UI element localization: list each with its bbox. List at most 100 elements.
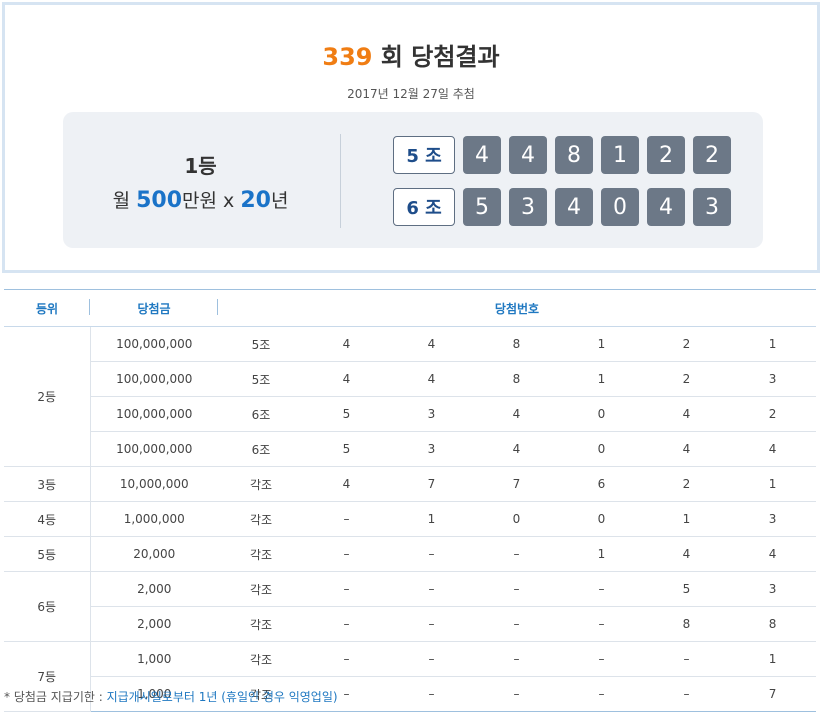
number-cell: – xyxy=(644,641,729,677)
table-row: 100,000,000 6조 5 3 4 0 4 2 xyxy=(4,396,817,432)
number-cell: 7 xyxy=(474,466,559,502)
number-ball: 5 xyxy=(463,188,501,226)
number-cell: – xyxy=(474,536,559,572)
number-cell: – xyxy=(559,606,644,642)
rank-cell: 2등 xyxy=(4,326,91,467)
number-cell: – xyxy=(304,501,389,537)
annuity-years: 20 xyxy=(240,188,271,213)
annuity-unit: 만원 x xyxy=(182,190,241,212)
number-cell: – xyxy=(304,571,389,607)
number-cell: 0 xyxy=(559,431,644,467)
rank-cell: 6등 xyxy=(4,571,91,642)
table-row: 3등 10,000,000 각조 4 7 7 6 2 1 xyxy=(4,466,817,502)
prize-cell: 2,000 xyxy=(90,571,218,607)
table-row: 2등 100,000,000 5조 4 4 8 1 2 1 xyxy=(4,326,817,467)
group-cell: 5조 xyxy=(218,361,304,397)
number-cell: 1 xyxy=(389,501,474,537)
number-cell: 1 xyxy=(559,326,644,362)
number-cell: 4 xyxy=(729,536,817,572)
number-ball: 8 xyxy=(555,136,593,174)
number-cell: – xyxy=(304,606,389,642)
rank-cell: 5등 xyxy=(4,536,91,572)
number-cell: 4 xyxy=(304,466,389,502)
table-row: 2,000 각조 – – – –8 8 xyxy=(4,606,817,642)
number-ball: 4 xyxy=(463,136,501,174)
table-header-row: 등위 당첨금 당첨번호 xyxy=(4,289,817,327)
prize-cell: 100,000,000 xyxy=(90,396,218,432)
number-cell: 4 xyxy=(304,361,389,397)
number-cell: 4 xyxy=(729,431,817,467)
number-cell: 1 xyxy=(729,326,817,362)
group-badge: 5 조 xyxy=(393,136,455,174)
table-row: 100,000,000 6조 5 3 4 0 4 4 xyxy=(4,431,817,467)
number-cell: 4 xyxy=(644,431,729,467)
prize-cell: 1,000,000 xyxy=(90,501,218,537)
annuity-amount: 월 500만원 x 20년 xyxy=(63,186,338,213)
first-prize-panel: 1등 월 500만원 x 20년 5 조 4 4 8 1 2 2 6 조 5 3… xyxy=(63,112,763,248)
number-cell: 3 xyxy=(729,361,817,397)
number-cell: 1 xyxy=(729,641,817,677)
prize-cell: 100,000,000 xyxy=(90,431,218,467)
number-cell: – xyxy=(559,571,644,607)
annuity-value: 500 xyxy=(136,188,183,213)
table-row: 6등 2,000 각조 – – – –5 3 xyxy=(4,571,817,642)
footnote-label: * 당첨금 지급기한 : xyxy=(4,690,107,704)
number-ball: 0 xyxy=(601,188,639,226)
number-cell: 7 xyxy=(389,466,474,502)
number-cell: – xyxy=(304,536,389,572)
group-cell: 5조 xyxy=(218,326,304,362)
number-cell: 5 xyxy=(304,431,389,467)
number-cell: 4 xyxy=(644,396,729,432)
number-cell: 4 xyxy=(304,326,389,362)
annuity-prefix: 월 xyxy=(112,190,137,212)
group-cell: 각조 xyxy=(218,641,304,677)
winning-row-2: 6 조 5 3 4 0 4 3 xyxy=(393,188,731,226)
number-cell: 4 xyxy=(644,536,729,572)
number-ball: 1 xyxy=(601,136,639,174)
number-cell: – xyxy=(474,676,559,712)
number-cell: 4 xyxy=(389,326,474,362)
number-cell: – xyxy=(389,676,474,712)
number-cell: 8 xyxy=(729,606,817,642)
number-ball: 3 xyxy=(509,188,547,226)
result-title: 339 회 당첨결과 xyxy=(5,37,817,72)
draw-date: 2017년 12월 27일 추첨 xyxy=(347,87,475,101)
number-cell: 3 xyxy=(729,571,817,607)
number-cell: – xyxy=(559,641,644,677)
number-ball: 3 xyxy=(693,188,731,226)
number-cell: 1 xyxy=(644,501,729,537)
number-cell: 3 xyxy=(389,396,474,432)
number-cell: 5 xyxy=(644,571,729,607)
number-cell: – xyxy=(559,676,644,712)
header-rank: 등위 xyxy=(4,289,90,327)
number-cell: – xyxy=(474,641,559,677)
number-cell: 3 xyxy=(389,431,474,467)
result-summary-box: 339 회 당첨결과 2017년 12월 27일 추첨 1등 월 500만원 x… xyxy=(2,2,820,273)
number-cell: 4 xyxy=(474,396,559,432)
group-cell: 각조 xyxy=(218,466,304,502)
table-row: 5등 20,000 각조 – – –1 4 4 xyxy=(4,536,817,572)
winning-row-1: 5 조 4 4 8 1 2 2 xyxy=(393,136,731,174)
number-cell: 3 xyxy=(729,501,817,537)
payment-deadline-note: * 당첨금 지급기한 : 지급개시일로부터 1년 (휴일인 경우 익영업일) xyxy=(4,688,338,705)
number-cell: 1 xyxy=(729,466,817,502)
group-cell: 6조 xyxy=(218,396,304,432)
number-ball: 4 xyxy=(555,188,593,226)
number-cell: – xyxy=(389,571,474,607)
number-cell: 2 xyxy=(644,466,729,502)
group-cell: 6조 xyxy=(218,431,304,467)
prize-cell: 20,000 xyxy=(90,536,218,572)
group-cell: 각조 xyxy=(218,536,304,572)
results-table: 등위 당첨금 당첨번호 2등 100,000,000 5조 4 4 8 1 2 1 100,000… xyxy=(4,289,817,712)
number-cell: – xyxy=(389,536,474,572)
number-cell: – xyxy=(389,606,474,642)
number-cell: – xyxy=(389,641,474,677)
number-ball: 4 xyxy=(509,136,547,174)
rank-cell: 4등 xyxy=(4,501,91,537)
results-body: 2등 100,000,000 5조 4 4 8 1 2 1 100,000,000 5조 4 4 8 1 2 3… xyxy=(4,326,817,712)
prize-cell: 1,000 xyxy=(90,641,218,677)
number-cell: – xyxy=(644,676,729,712)
panel-divider xyxy=(340,134,341,228)
number-cell: 1 xyxy=(559,361,644,397)
round-number: 339 xyxy=(322,43,373,71)
